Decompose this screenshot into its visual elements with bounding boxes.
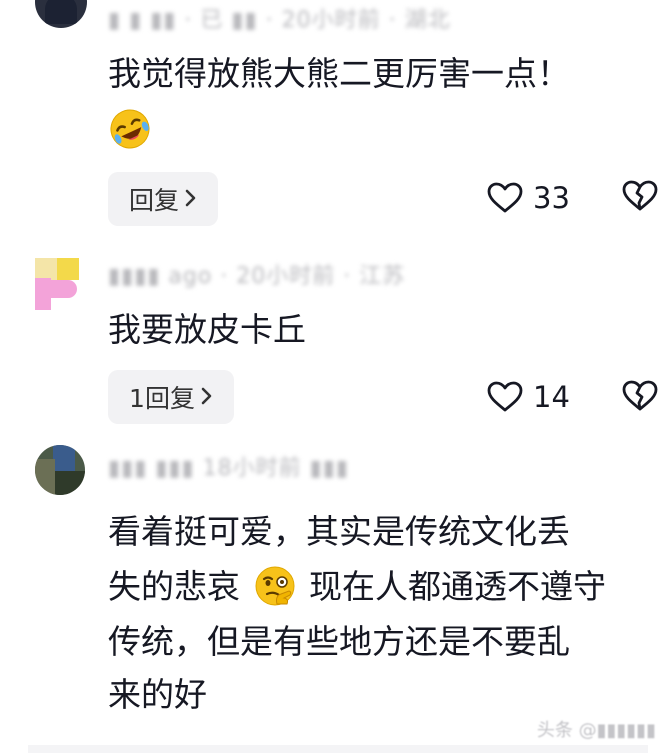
reply-label: 1回复 — [129, 384, 195, 413]
comment-text-line: 传统，但是有些地方还是不要乱 — [108, 622, 570, 661]
comment-meta: ▮▮▮ ▮▮▮ 18小时前 ▮▮▮ — [108, 456, 349, 481]
comment-text-segment: 现在人都通透不遵守 — [309, 567, 606, 606]
comment-text-segment: 失的悲哀 — [108, 567, 240, 606]
thinking-face-emoji — [253, 564, 297, 608]
rolling-on-floor-laughing-emoji — [108, 107, 152, 151]
watermark: 头条 @▮▮▮▮▮▮ — [536, 720, 656, 741]
chevron-right-icon — [201, 383, 213, 411]
comment-text-line: 看着挺可爱，其实是传统文化丢 — [108, 512, 570, 551]
avatar[interactable] — [35, 0, 87, 28]
comment-text-line: 失的悲哀 现在人都通透不遵守 — [108, 559, 606, 615]
broken-heart-icon — [622, 180, 658, 212]
chevron-right-icon — [185, 185, 197, 213]
like-button[interactable]: 33 — [487, 178, 570, 218]
reply-button[interactable]: 1回复 — [108, 370, 234, 424]
dislike-button[interactable] — [622, 380, 658, 416]
like-count: 33 — [533, 181, 570, 215]
comment-text-line: 来的好 — [108, 675, 207, 714]
comment-meta: ▮▮▮▮ ago · 20小时前 · 江苏 — [108, 264, 406, 289]
reply-label: 回复 — [128, 186, 179, 215]
avatar[interactable] — [35, 258, 81, 310]
avatar[interactable] — [35, 445, 85, 495]
reply-button[interactable]: 回复 — [108, 172, 218, 226]
dislike-button[interactable] — [622, 180, 658, 216]
heart-outline-icon — [487, 381, 523, 413]
bottom-divider — [28, 745, 648, 753]
heart-outline-icon — [487, 182, 523, 214]
like-count: 14 — [533, 380, 570, 414]
broken-heart-icon — [622, 380, 658, 412]
comment-meta: ▮ ▮ ▮▮ · 已 ▮▮ · 20小时前 · 湖北 — [108, 8, 451, 33]
comment-text: 我觉得放熊大熊二更厉害一点！ — [108, 54, 570, 93]
like-button[interactable]: 14 — [487, 377, 570, 417]
comment-text: 我要放皮卡丘 — [108, 310, 306, 349]
